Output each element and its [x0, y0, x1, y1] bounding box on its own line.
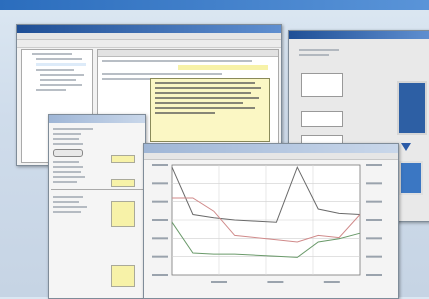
tree-item[interactable]	[32, 53, 72, 55]
side-panel-titlebar[interactable]	[289, 31, 429, 39]
left-tick-label	[152, 182, 168, 185]
device-image	[397, 81, 427, 135]
right-tick-label	[366, 255, 382, 258]
tooltip-text-line	[155, 87, 261, 89]
right-axis-ticks	[366, 164, 382, 276]
grid-header	[98, 50, 278, 57]
config-toolbar[interactable]	[17, 40, 281, 48]
bottom-tick-label	[211, 281, 227, 283]
right-tick-label	[366, 237, 382, 240]
properties-titlebar[interactable]	[49, 115, 145, 123]
tooltip-text-line	[155, 107, 255, 109]
line-chart	[152, 164, 382, 283]
side-panel-field[interactable]	[301, 73, 343, 97]
left-tick-label	[152, 274, 168, 276]
device-image-lower	[399, 161, 423, 195]
right-tick-label	[366, 164, 382, 166]
tree-item[interactable]	[36, 69, 74, 71]
arrow-down-icon[interactable]	[401, 143, 411, 151]
top-app-bar	[0, 0, 429, 10]
prop-label	[53, 128, 93, 130]
left-axis-ticks	[152, 164, 168, 276]
left-tick-label	[152, 219, 168, 221]
prop-row[interactable]	[53, 206, 87, 208]
left-tick-label	[152, 237, 168, 240]
prop-row[interactable]	[53, 133, 81, 135]
prop-row[interactable]	[53, 211, 81, 213]
config-window-titlebar[interactable]	[17, 25, 281, 33]
side-panel-line	[299, 54, 329, 56]
tooltip-text-line	[155, 92, 251, 94]
tree-item-selected[interactable]	[36, 63, 86, 66]
prop-row[interactable]	[53, 181, 77, 183]
config-menubar[interactable]	[17, 33, 281, 40]
tree-item[interactable]	[36, 58, 82, 60]
prop-button[interactable]	[53, 149, 83, 157]
right-tick-label	[366, 219, 382, 221]
prop-row[interactable]	[53, 138, 79, 140]
tree-item[interactable]	[40, 79, 76, 81]
prop-row[interactable]	[53, 201, 79, 203]
grid-row[interactable]	[102, 73, 222, 75]
grid-row-highlight[interactable]	[178, 65, 268, 70]
tree-item[interactable]	[40, 84, 82, 86]
chart-titlebar[interactable]	[144, 144, 398, 153]
prop-value-field[interactable]	[111, 179, 135, 187]
prop-row[interactable]	[53, 143, 83, 145]
grid-row[interactable]	[102, 60, 252, 62]
prop-value-field[interactable]	[111, 201, 135, 227]
tooltip-text-line	[155, 102, 243, 104]
right-tick-label	[366, 182, 382, 185]
prop-row[interactable]	[53, 176, 85, 178]
properties-window	[48, 114, 146, 299]
prop-value-field[interactable]	[111, 265, 135, 287]
left-tick-label	[152, 164, 168, 166]
right-tick-label	[366, 200, 382, 203]
tooltip-text-line	[155, 82, 255, 84]
prop-row[interactable]	[53, 196, 83, 198]
chart-window	[143, 143, 399, 299]
prop-section-divider	[51, 189, 143, 190]
left-tick-label	[152, 255, 168, 258]
tree-item[interactable]	[40, 74, 84, 76]
tooltip-text-line	[155, 97, 259, 99]
prop-row[interactable]	[53, 166, 83, 168]
side-panel-field[interactable]	[301, 111, 343, 127]
bottom-axis-ticks	[211, 281, 340, 283]
prop-value-field[interactable]	[111, 155, 135, 163]
bottom-tick-label	[267, 281, 284, 283]
left-tick-label	[152, 200, 168, 203]
side-panel-line	[299, 49, 339, 51]
info-tooltip	[150, 78, 270, 142]
tree-item[interactable]	[36, 89, 66, 91]
right-tick-label	[366, 274, 382, 276]
bottom-tick-label	[323, 281, 340, 283]
tooltip-text-line	[155, 112, 215, 114]
prop-row[interactable]	[53, 161, 79, 163]
prop-row[interactable]	[53, 171, 81, 173]
